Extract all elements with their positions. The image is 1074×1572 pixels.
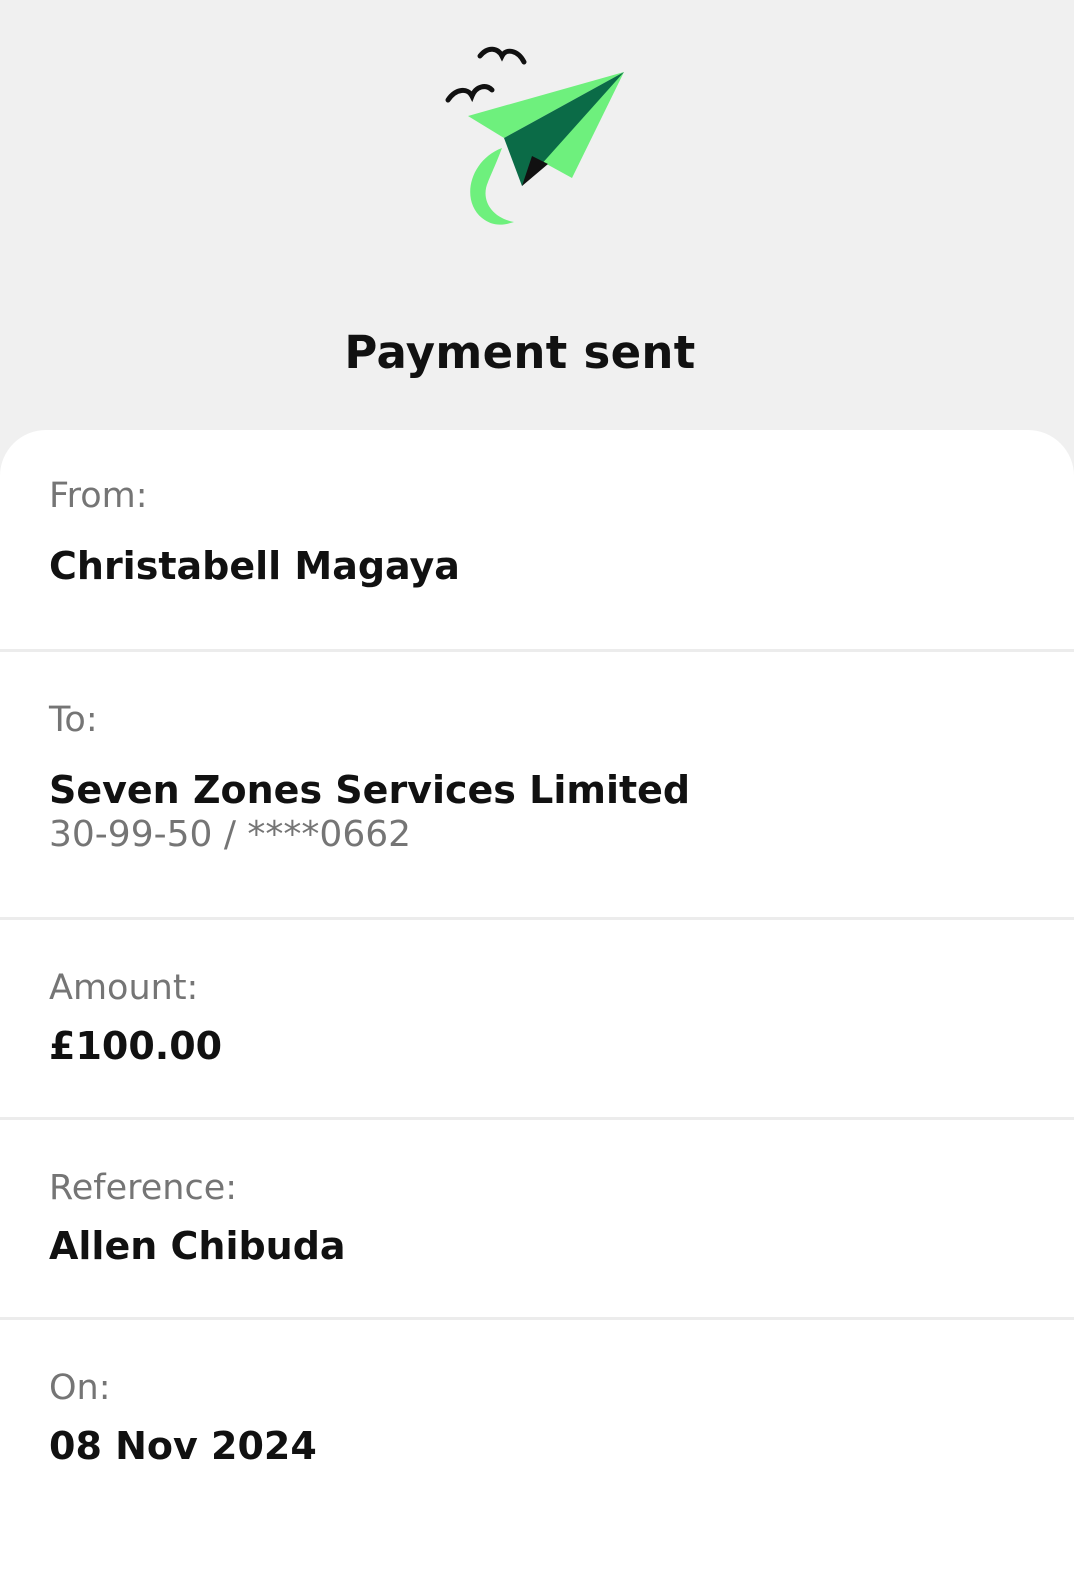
to-label: To: (49, 700, 98, 740)
reference-value: Allen Chibuda (49, 1224, 346, 1268)
from-section: From: Christabell Magaya (0, 430, 1074, 652)
date-value: 08 Nov 2024 (49, 1424, 317, 1468)
reference-section: Reference: Allen Chibuda (0, 1120, 1074, 1320)
to-value: Seven Zones Services Limited (49, 768, 691, 812)
date-label: On: (49, 1368, 111, 1408)
from-value: Christabell Magaya (49, 544, 460, 588)
amount-label: Amount: (49, 968, 199, 1008)
amount-value: £100.00 (49, 1024, 223, 1068)
to-account-number: 30-99-50 / ****0662 (49, 814, 412, 855)
page-title: Payment sent (344, 326, 696, 379)
paper-plane-icon (440, 40, 630, 230)
confirmation-header: Payment sent (0, 0, 1074, 432)
date-section: On: 08 Nov 2024 (0, 1320, 1074, 1572)
from-label: From: (49, 476, 148, 516)
amount-section: Amount: £100.00 (0, 920, 1074, 1120)
payment-details-card: From: Christabell Magaya To: Seven Zones… (0, 430, 1074, 1572)
to-section: To: Seven Zones Services Limited 30-99-5… (0, 652, 1074, 920)
reference-label: Reference: (49, 1168, 238, 1208)
